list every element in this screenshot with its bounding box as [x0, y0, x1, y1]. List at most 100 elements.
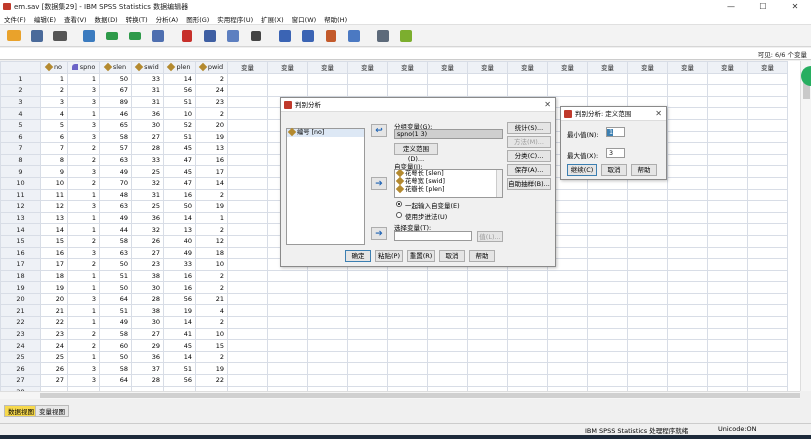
split-file-icon[interactable] [321, 27, 341, 44]
empty-cell[interactable] [547, 84, 588, 97]
empty-cell[interactable] [587, 72, 628, 86]
data-cell[interactable]: 89 [99, 95, 132, 109]
data-cell[interactable]: 31 [131, 188, 164, 202]
data-cell[interactable]: 15 [40, 234, 68, 248]
empty-cell[interactable] [427, 350, 468, 364]
empty-cell[interactable] [467, 304, 508, 318]
data-cell[interactable]: 11 [40, 188, 68, 202]
data-cell[interactable]: 49 [99, 165, 132, 178]
data-cell[interactable]: 14 [163, 350, 196, 364]
method-button[interactable]: 方法(M)... [507, 136, 551, 148]
independents-scrollbar[interactable] [496, 170, 502, 197]
empty-column-header[interactable]: 变量 [387, 61, 428, 74]
data-cell[interactable]: 40 [163, 234, 196, 248]
data-cell[interactable]: 38 [131, 304, 164, 318]
data-cell[interactable]: 13 [163, 223, 196, 236]
variables-icon[interactable] [200, 27, 220, 44]
data-cell[interactable]: 22 [195, 374, 228, 387]
data-cell[interactable]: 10 [195, 258, 228, 271]
data-cell[interactable]: 25 [131, 200, 164, 213]
empty-cell[interactable] [267, 281, 308, 294]
empty-cell[interactable] [347, 350, 388, 364]
data-cell[interactable]: 45 [163, 142, 196, 155]
data-cell[interactable]: 2 [195, 223, 228, 236]
empty-cell[interactable] [427, 269, 468, 283]
empty-cell[interactable] [227, 84, 268, 97]
empty-cell[interactable] [747, 362, 788, 376]
data-cell[interactable]: 10 [195, 327, 228, 341]
empty-cell[interactable] [747, 211, 788, 225]
empty-cell[interactable] [707, 188, 748, 202]
column-header-spno[interactable]: spno [67, 61, 100, 74]
row-number[interactable]: 9 [0, 165, 41, 178]
data-cell[interactable]: 14 [163, 316, 196, 329]
empty-cell[interactable] [667, 200, 708, 213]
empty-cell[interactable] [587, 200, 628, 213]
empty-cell[interactable] [307, 72, 348, 86]
empty-cell[interactable] [387, 281, 428, 294]
empty-cell[interactable] [587, 269, 628, 283]
data-cell[interactable]: 25 [131, 165, 164, 178]
row-number[interactable]: 20 [0, 292, 41, 306]
ok-button[interactable]: 确定 [345, 250, 371, 262]
data-cell[interactable]: 58 [99, 327, 132, 341]
data-cell[interactable]: 10 [163, 107, 196, 120]
empty-cell[interactable] [547, 281, 588, 294]
data-cell[interactable]: 27 [131, 246, 164, 260]
dialog-recall-icon[interactable] [79, 27, 99, 44]
empty-cell[interactable] [667, 165, 708, 178]
empty-cell[interactable] [707, 374, 748, 387]
empty-cell[interactable] [747, 72, 788, 86]
data-cell[interactable]: 3 [67, 362, 100, 376]
row-number[interactable]: 7 [0, 142, 41, 155]
empty-cell[interactable] [707, 234, 748, 248]
empty-cell[interactable] [507, 84, 548, 97]
data-cell[interactable]: 26 [131, 234, 164, 248]
empty-cell[interactable] [707, 316, 748, 329]
redo-icon[interactable] [125, 27, 145, 44]
open-file-icon[interactable] [4, 27, 24, 44]
data-cell[interactable]: 60 [99, 339, 132, 352]
data-cell[interactable]: 49 [99, 211, 132, 225]
empty-cell[interactable] [587, 362, 628, 376]
empty-cell[interactable] [227, 153, 268, 167]
tab-variable-view[interactable]: 变量视图 [35, 405, 69, 417]
row-number[interactable]: 1 [0, 72, 41, 86]
empty-cell[interactable] [467, 350, 508, 364]
undo-icon[interactable] [102, 27, 122, 44]
data-cell[interactable]: 2 [195, 350, 228, 364]
empty-column-header[interactable]: 变量 [667, 61, 708, 74]
empty-cell[interactable] [227, 223, 268, 236]
data-cell[interactable]: 45 [163, 339, 196, 352]
empty-cell[interactable] [707, 130, 748, 144]
data-cell[interactable]: 47 [163, 153, 196, 167]
empty-cell[interactable] [667, 339, 708, 352]
data-cell[interactable]: 2 [195, 72, 228, 86]
data-cell[interactable]: 63 [99, 200, 132, 213]
data-cell[interactable]: 10 [40, 176, 68, 190]
data-cell[interactable]: 2 [67, 142, 100, 155]
empty-cell[interactable] [227, 281, 268, 294]
data-cell[interactable]: 50 [99, 258, 132, 271]
data-cell[interactable]: 21 [195, 292, 228, 306]
empty-cell[interactable] [547, 292, 588, 306]
data-cell[interactable]: 67 [99, 84, 132, 97]
row-number[interactable]: 10 [0, 176, 41, 190]
empty-cell[interactable] [667, 118, 708, 132]
empty-cell[interactable] [387, 350, 428, 364]
empty-cell[interactable] [627, 316, 668, 329]
empty-cell[interactable] [627, 339, 668, 352]
empty-cell[interactable] [627, 292, 668, 306]
value-labels-icon[interactable] [396, 27, 416, 44]
empty-cell[interactable] [267, 339, 308, 352]
data-cell[interactable]: 3 [67, 84, 100, 97]
empty-cell[interactable] [227, 304, 268, 318]
data-cell[interactable]: 1 [67, 107, 100, 120]
menu-item[interactable]: 图形(G) [182, 14, 213, 24]
row-number[interactable]: 3 [0, 95, 41, 109]
empty-column-header[interactable]: 变量 [427, 61, 468, 74]
empty-cell[interactable] [667, 84, 708, 97]
empty-cell[interactable] [387, 304, 428, 318]
data-cell[interactable]: 14 [195, 176, 228, 190]
empty-cell[interactable] [627, 327, 668, 341]
